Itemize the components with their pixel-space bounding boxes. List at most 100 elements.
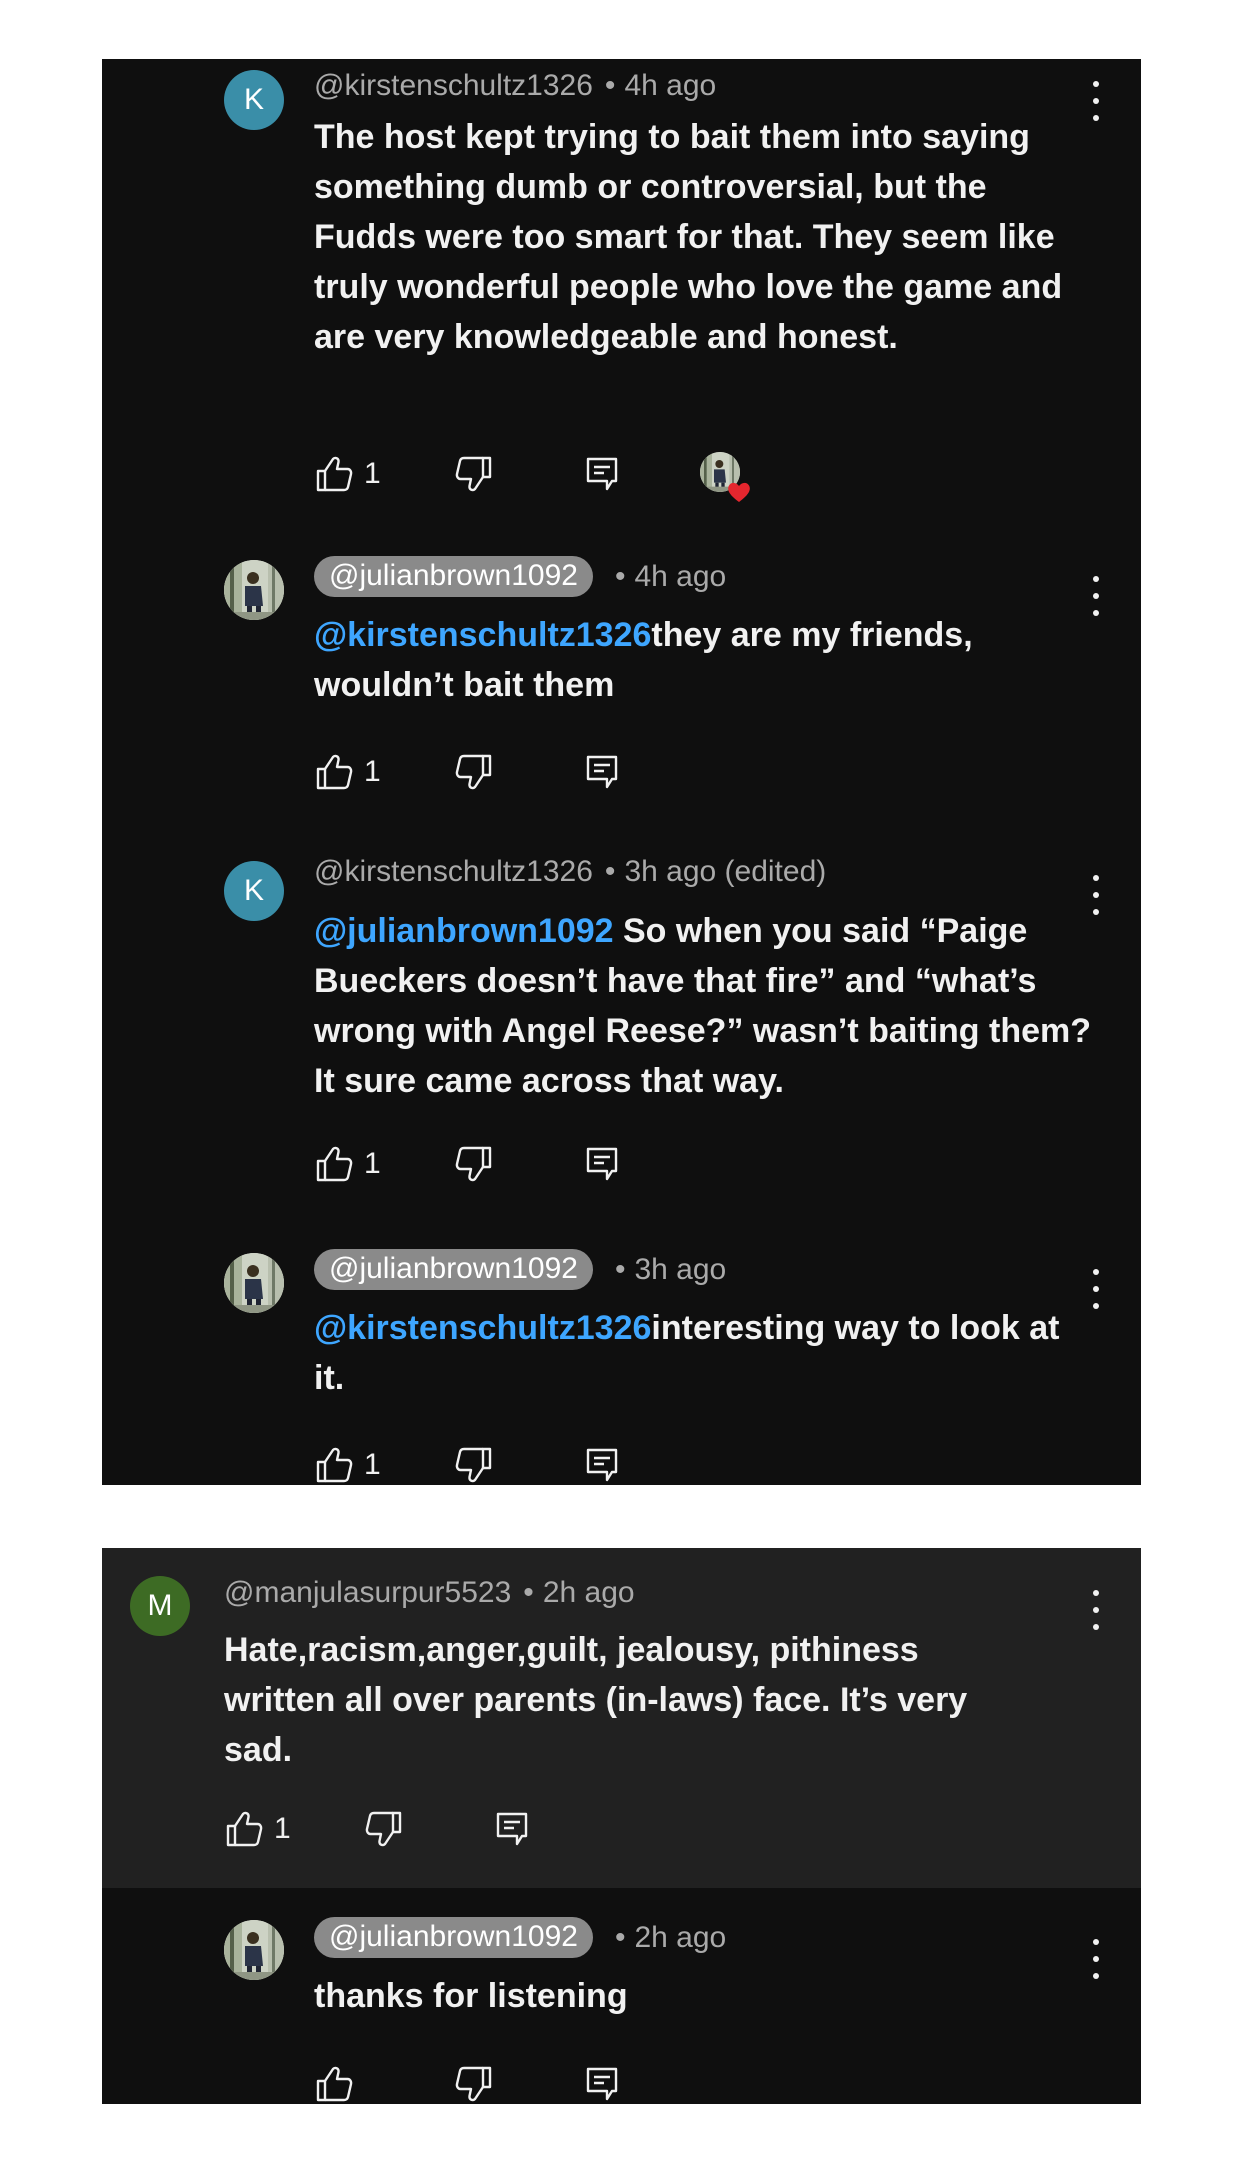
- comment-text: The host kept trying to bait them into s…: [314, 112, 1094, 362]
- thumbs-up-icon: [314, 2064, 354, 2104]
- avatar-letter: K: [243, 874, 264, 907]
- mention-link[interactable]: @kirstenschultz1326: [314, 1309, 651, 1347]
- comment-meta: @kirstenschultz1326 • 3h ago (edited): [314, 855, 826, 889]
- thumbs-up-icon: [314, 1144, 354, 1184]
- comment-thread-panel: K @kirstenschultz1326 • 4h ago The host …: [102, 59, 1141, 1485]
- dislike-button[interactable]: [454, 750, 494, 794]
- author-handle[interactable]: @kirstenschultz1326: [314, 855, 593, 889]
- comment-meta: @kirstenschultz1326 • 4h ago: [314, 69, 716, 103]
- comment-actions: 1: [314, 452, 814, 502]
- dislike-button[interactable]: [454, 2062, 494, 2104]
- like-button[interactable]: 1: [314, 1443, 381, 1485]
- comment-meta: @julianbrown1092 • 2h ago: [314, 1917, 726, 1958]
- like-button[interactable]: 1: [314, 750, 381, 794]
- reply-button[interactable]: [492, 1807, 532, 1851]
- profile-photo-icon: [224, 1920, 284, 1980]
- comment-thread-panel: M @manjulasurpur5523 • 2h ago Hate,racis…: [102, 1548, 1141, 2104]
- reply-button[interactable]: [582, 452, 622, 496]
- reply-icon: [582, 752, 622, 792]
- thumbs-down-icon: [364, 1809, 404, 1849]
- like-count: 1: [364, 1147, 381, 1180]
- thumbs-down-icon: [454, 1144, 494, 1184]
- profile-photo-icon: [224, 1253, 284, 1313]
- like-button[interactable]: 1: [314, 1142, 381, 1186]
- avatar[interactable]: [224, 1253, 284, 1313]
- separator-dot: •: [614, 1252, 626, 1286]
- avatar[interactable]: [224, 560, 284, 620]
- comment-meta: @julianbrown1092 • 4h ago: [314, 556, 726, 597]
- thumbs-down-icon: [454, 1445, 494, 1485]
- comment-body: Hate,racism,anger,guilt, jealousy, pithi…: [224, 1631, 968, 1769]
- like-count: 1: [364, 1448, 381, 1481]
- comment-text: thanks for listening: [314, 1971, 1094, 2021]
- timestamp: 3h ago (edited): [624, 855, 827, 888]
- reply-button[interactable]: [582, 750, 622, 794]
- dislike-button[interactable]: [364, 1807, 404, 1851]
- comment-meta: @julianbrown1092 • 3h ago: [314, 1249, 726, 1290]
- avatar[interactable]: [224, 1920, 284, 1980]
- comment-actions: 1: [314, 1443, 814, 1485]
- comment-text: Hate,racism,anger,guilt, jealousy, pithi…: [224, 1625, 1004, 1775]
- mention-link[interactable]: @julianbrown1092: [314, 912, 614, 950]
- reply-button[interactable]: [582, 2062, 622, 2104]
- comment-actions: 1: [224, 1807, 724, 1851]
- comment-actions: 1: [314, 1142, 814, 1186]
- thumbs-up-icon: [314, 1445, 354, 1485]
- mention-link[interactable]: @kirstenschultz1326: [314, 616, 651, 654]
- like-count: 1: [364, 755, 381, 788]
- thumbs-up-icon: [314, 752, 354, 792]
- comment-text: @julianbrown1092 So when you said “Paige…: [314, 906, 1094, 1106]
- avatar[interactable]: M: [130, 1576, 190, 1636]
- separator-dot: •: [614, 559, 626, 593]
- more-vertical-icon[interactable]: [1086, 1590, 1106, 1630]
- avatar-letter: M: [147, 1589, 173, 1622]
- separator-dot: •: [604, 855, 616, 888]
- author-handle[interactable]: @kirstenschultz1326: [314, 69, 593, 103]
- thumbs-down-icon: [454, 454, 494, 494]
- reply-icon: [492, 1809, 532, 1849]
- reply-icon: [582, 1445, 622, 1485]
- thumbs-down-icon: [454, 2064, 494, 2104]
- avatar[interactable]: K: [224, 861, 284, 921]
- like-button[interactable]: 1: [224, 1807, 291, 1851]
- timestamp: 2h ago: [634, 1920, 727, 1954]
- creator-heart-icon: [728, 482, 750, 502]
- like-count: 1: [274, 1812, 291, 1845]
- reply-button[interactable]: [582, 1443, 622, 1485]
- comment-text: @kirstenschultz1326they are my friends, …: [314, 610, 1094, 710]
- profile-photo-icon: [224, 560, 284, 620]
- timestamp: 2h ago: [542, 1576, 635, 1609]
- dislike-button[interactable]: [454, 1142, 494, 1186]
- separator-dot: •: [614, 1920, 626, 1954]
- comment-text: @kirstenschultz1326interesting way to lo…: [314, 1303, 1094, 1403]
- comment-body: thanks for listening: [314, 1977, 628, 2015]
- thumbs-up-icon: [314, 454, 354, 494]
- separator-dot: •: [523, 1576, 534, 1609]
- reply-icon: [582, 1144, 622, 1184]
- like-button[interactable]: [314, 2062, 364, 2104]
- avatar-letter: K: [243, 83, 264, 116]
- timestamp: 4h ago: [634, 559, 727, 593]
- author-handle-pill[interactable]: @julianbrown1092: [314, 556, 593, 597]
- timestamp: 4h ago: [624, 69, 717, 102]
- like-button[interactable]: 1: [314, 452, 381, 496]
- reply-icon: [582, 454, 622, 494]
- separator-dot: •: [604, 69, 616, 102]
- comment-actions: [314, 2062, 814, 2104]
- thumbs-up-icon: [224, 1809, 264, 1849]
- reply-icon: [582, 2064, 622, 2104]
- author-handle-pill[interactable]: @julianbrown1092: [314, 1917, 593, 1958]
- creator-heart-badge: [700, 452, 750, 502]
- dislike-button[interactable]: [454, 452, 494, 496]
- thumbs-down-icon: [454, 752, 494, 792]
- author-handle-pill[interactable]: @julianbrown1092: [314, 1249, 593, 1290]
- comment-body: The host kept trying to bait them into s…: [314, 118, 1063, 356]
- timestamp: 3h ago: [634, 1252, 727, 1286]
- dislike-button[interactable]: [454, 1443, 494, 1485]
- author-handle[interactable]: @manjulasurpur5523: [224, 1576, 511, 1610]
- avatar[interactable]: K: [224, 70, 284, 130]
- like-count: 1: [364, 457, 381, 490]
- comment-meta: @manjulasurpur5523 • 2h ago: [224, 1576, 635, 1610]
- reply-button[interactable]: [582, 1142, 622, 1186]
- comment-actions: 1: [314, 750, 814, 794]
